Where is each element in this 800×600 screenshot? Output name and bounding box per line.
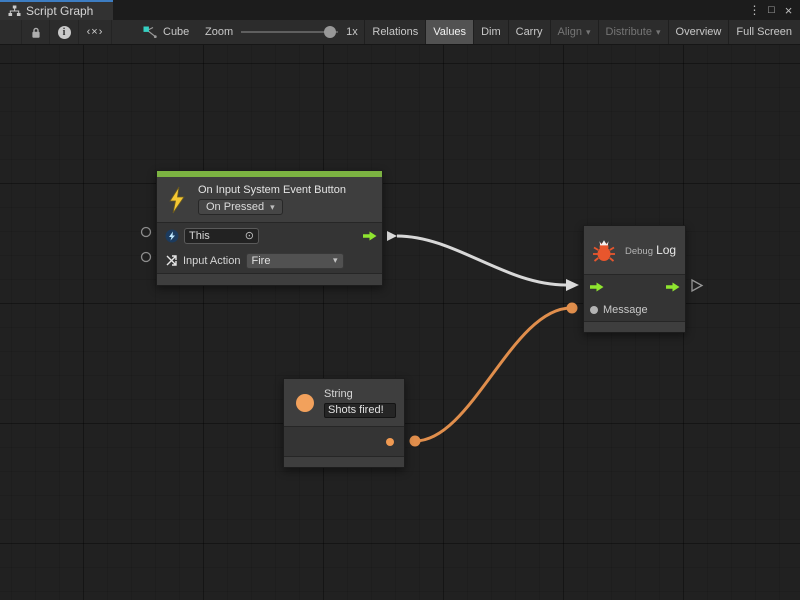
node-debug-log[interactable]: Debug Log Message — [583, 225, 686, 333]
chevron-down-icon: ▾ — [270, 202, 275, 213]
value-wire — [415, 308, 571, 441]
event-target-row: This ⊙ — [157, 223, 382, 248]
node-on-input-system-event-button[interactable]: On Input System Event Button On Pressed … — [156, 170, 383, 286]
carry-button[interactable]: Carry — [508, 20, 550, 44]
object-picker-icon[interactable]: ⊙ — [245, 229, 254, 242]
event-node-header: On Input System Event Button On Pressed … — [157, 177, 382, 222]
window-controls: ⋮ □ × — [747, 0, 796, 20]
breadcrumb-cube[interactable]: Cube — [137, 20, 195, 44]
toolbar-toggles: Relations Values Dim Carry Align▾ Distri… — [364, 20, 799, 44]
debug-node-header: Debug Log — [584, 226, 685, 274]
align-button[interactable]: Align▾ — [550, 20, 598, 44]
debug-message-row: Message — [584, 298, 685, 321]
chevron-down-icon: ▾ — [333, 255, 338, 266]
node-string-literal[interactable]: String — [283, 378, 405, 468]
unity-visual-scripting-window: Script Graph ⋮ □ × i ‹×› — [0, 0, 800, 600]
debug-node-category: Debug — [625, 246, 653, 257]
debug-node-footer — [584, 321, 685, 332]
dim-button[interactable]: Dim — [473, 20, 508, 44]
event-action-row: Input Action Fire ▾ — [157, 248, 382, 273]
lock-button[interactable] — [21, 20, 50, 44]
debug-flow-out-port[interactable] — [692, 280, 702, 291]
fullscreen-button[interactable]: Full Screen — [728, 20, 799, 44]
chevron-down-icon: ▾ — [586, 27, 591, 38]
debug-node-body: Message — [584, 275, 685, 321]
lightning-bolt-icon — [167, 186, 187, 214]
values-button[interactable]: Values — [425, 20, 473, 44]
event-node-title: On Input System Event Button — [198, 184, 346, 196]
event-target-port[interactable] — [142, 228, 151, 237]
graph-canvas[interactable]: On Input System Event Button On Pressed … — [0, 45, 800, 600]
string-node-title: String — [324, 388, 396, 400]
flow-wire — [397, 236, 566, 285]
info-icon: i — [58, 26, 71, 39]
input-action-icon — [165, 254, 178, 267]
event-node-footer — [157, 273, 382, 285]
tab-bar: Script Graph ⋮ □ × — [0, 0, 800, 20]
tab-script-graph[interactable]: Script Graph — [0, 0, 113, 20]
breadcrumb-label: Cube — [163, 26, 189, 38]
string-node-footer — [284, 456, 404, 467]
message-input-port[interactable] — [590, 306, 598, 314]
flow-output-port[interactable] — [363, 231, 377, 241]
input-action-label: Input Action — [183, 255, 241, 267]
flow-wire-start[interactable] — [387, 231, 397, 241]
value-wire-end[interactable] — [567, 303, 578, 314]
code-preview-button[interactable]: ‹×› — [79, 20, 112, 44]
inspector-button[interactable]: i — [50, 20, 79, 44]
string-type-icon — [296, 394, 314, 412]
close-button[interactable]: × — [781, 3, 796, 18]
event-action-port[interactable] — [142, 253, 151, 262]
event-node-body: This ⊙ Input Action Fire — [157, 223, 382, 273]
string-output-port[interactable] — [386, 438, 394, 446]
debug-node-name: Log — [656, 243, 676, 257]
code-icon: ‹×› — [87, 26, 104, 38]
input-action-dropdown[interactable]: Fire ▾ — [246, 253, 344, 269]
chevron-down-icon: ▾ — [656, 27, 661, 38]
zoom-label: Zoom — [205, 26, 233, 38]
string-value-input[interactable] — [324, 403, 396, 418]
overview-button[interactable]: Overview — [668, 20, 729, 44]
self-icon — [165, 229, 179, 243]
zoom-control: Zoom 1x — [205, 20, 358, 44]
event-state-dropdown[interactable]: On Pressed ▾ — [198, 199, 283, 215]
message-label: Message — [603, 304, 648, 316]
string-node-body — [284, 427, 404, 456]
relations-button[interactable]: Relations — [364, 20, 425, 44]
string-node-header: String — [284, 379, 404, 426]
zoom-slider-handle[interactable] — [324, 26, 336, 38]
target-object-field[interactable]: This ⊙ — [184, 228, 259, 244]
zoom-value: 1x — [346, 26, 358, 38]
tab-title: Script Graph — [26, 4, 93, 18]
maximize-button[interactable]: □ — [764, 4, 779, 16]
window-menu-button[interactable]: ⋮ — [747, 3, 762, 17]
flow-input-port[interactable] — [590, 282, 604, 292]
graph-toolbar: i ‹×› Cube Zoom 1x Relations Values — [0, 20, 800, 45]
distribute-button[interactable]: Distribute▾ — [598, 20, 668, 44]
zoom-slider[interactable] — [241, 20, 338, 44]
lock-icon — [30, 26, 42, 39]
flow-wire-end-arrow[interactable] — [566, 279, 579, 291]
flow-output-port[interactable] — [666, 282, 680, 292]
script-graph-icon — [8, 5, 21, 17]
value-wire-start[interactable] — [410, 436, 421, 447]
debug-flow-row — [584, 275, 685, 298]
graph-node-icon — [143, 26, 157, 38]
bug-icon — [592, 238, 616, 263]
